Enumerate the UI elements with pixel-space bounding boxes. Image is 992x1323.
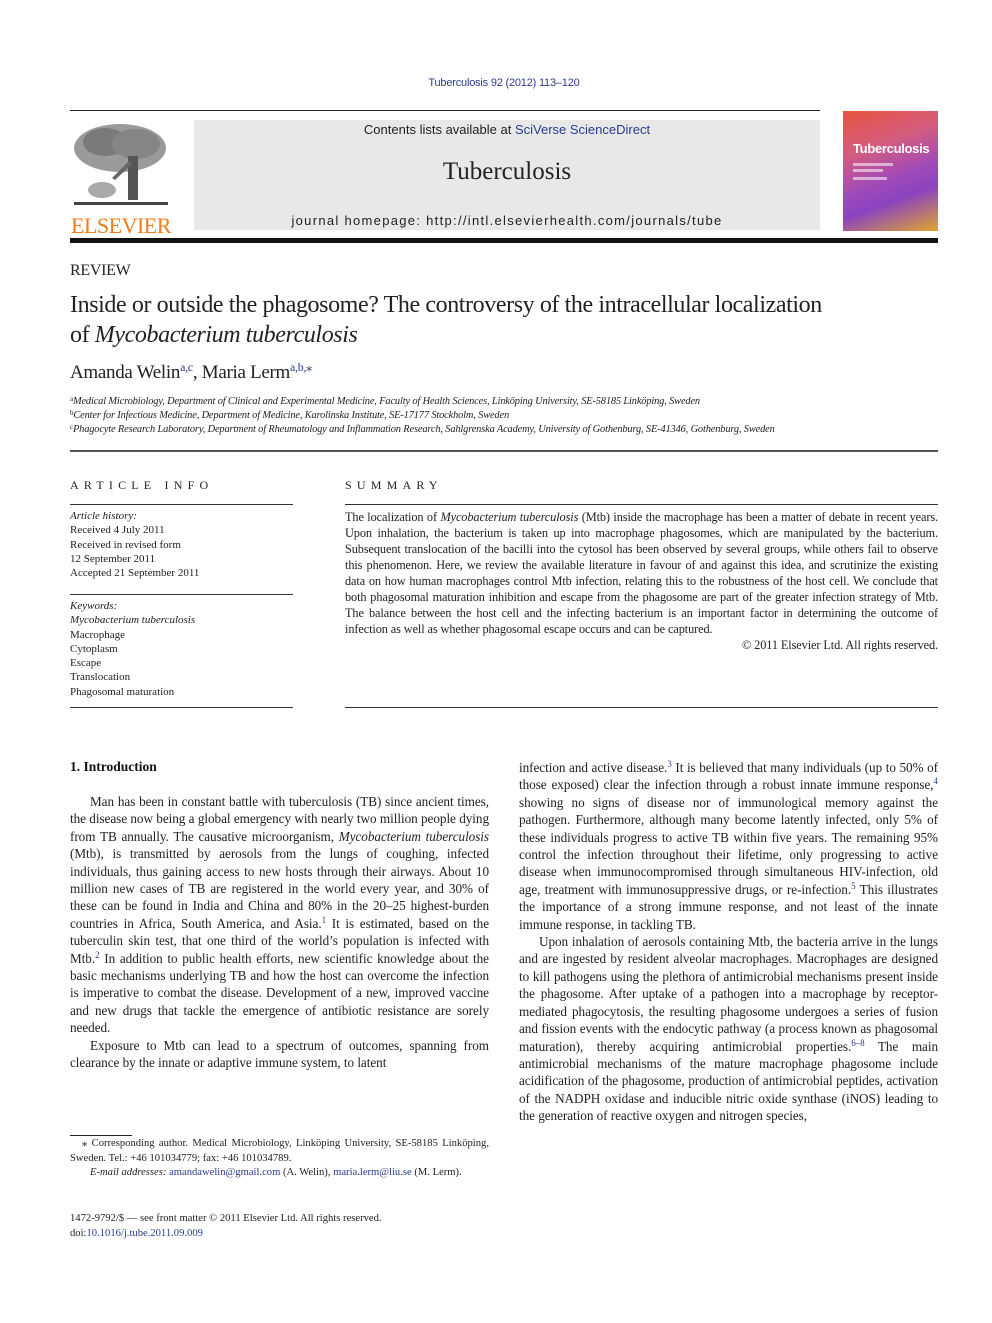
text: Upon inhalation of aerosols containing M… [519,934,938,1054]
title-line-1: Inside or outside the phagosome? The con… [70,292,822,318]
cover-subtext [853,163,893,166]
journal-homepage-link[interactable]: journal homepage: http://intl.elsevierhe… [194,213,820,228]
keyword-item: Mycobacterium tuberculosis [70,614,196,627]
summary-species: Mycobacterium tuberculosis [440,510,579,524]
article-type: REVIEW [70,262,131,279]
elsevier-logo[interactable]: ELSEVIER [70,120,172,237]
email-owner: (M. Lerm). [411,1167,462,1179]
affiliation-item: bCenter for Infectious Medicine, Departm… [70,409,950,423]
author-affiliation-link[interactable]: a,c [180,360,193,374]
journal-name: Tuberculosis [442,158,572,185]
journal-cover-image[interactable]: Tuberculosis [843,111,938,231]
cover-subtext [853,169,883,172]
journal-citation: Tuberculosis 92 (2012) 113–120 [428,77,580,89]
elsevier-wordmark: ELSEVIER [71,213,171,238]
issn-line: 1472-9792/$ — see front matter © 2011 El… [70,1213,382,1224]
corresponding-author-note: ⁎ Corresponding author. Medical Microbio… [70,1138,489,1164]
paragraph: Exposure to Mtb can lead to a spectrum o… [70,1037,489,1071]
history-item: Received 4 July 2011 [70,524,165,537]
footnote-rule [70,1135,132,1136]
keywords-label: Keywords: [70,600,118,612]
email-link[interactable]: amandawelin@gmail.com [169,1167,280,1178]
affiliations: aMedical Microbiology, Department of Cli… [70,395,950,438]
divider [70,594,293,595]
front-matter: 1472-9792/$ — see front matter © 2011 El… [70,1212,489,1241]
affiliation-text: Center for Infectious Medicine, Departme… [73,410,509,422]
doi-prefix: doi: [70,1227,87,1239]
history-item: 12 September 2011 [70,552,156,565]
sciencedirect-link[interactable]: SciVerse ScienceDirect [515,122,650,137]
keyword-item: Cytoplasm [70,642,118,655]
author-separator: , [192,362,202,383]
journal-banner: Contents lists available at SciVerse Sci… [194,120,820,230]
doi-link[interactable]: 10.1016/j.tube.2011.09.009 [86,1228,202,1239]
doi-line: doi:10.1016/j.tube.2011.09.009 [70,1227,489,1242]
title-line-2-prefix: of [70,322,95,348]
divider [345,707,938,708]
email-label: E-mail addresses: [90,1167,167,1179]
summary-text: The localization of Mycobacterium tuberc… [345,509,938,653]
text: infection and active disease. [519,760,668,775]
summary-part: (Mtb) inside the macrophage has been a m… [345,510,938,636]
email-link[interactable]: maria.lerm@liu.se [333,1167,412,1178]
paragraph: Man has been in constant battle with tub… [70,793,489,1037]
article-history: Article history: Received 4 July 2011 Re… [70,509,293,580]
summary-part: The localization of [345,510,441,524]
affiliation-item: aMedical Microbiology, Department of Cli… [70,395,950,409]
keyword-item: Escape [70,657,102,670]
section-rule [70,450,938,452]
author-name[interactable]: Amanda Welin [70,362,180,383]
species-name: Mycobacterium tuberculosis [338,828,489,844]
history-label: Article history: [70,510,137,522]
body-column-left: Man has been in constant battle with tub… [70,793,489,1072]
section-heading-introduction: 1. Introduction [70,759,157,774]
email-addresses: E-mail addresses: amandawelin@gmail.com … [70,1166,489,1181]
author-list: Amanda Welina,c, Maria Lerma,b,⁎ [70,360,312,384]
article-title: Inside or outside the phagosome? The con… [70,290,950,350]
divider [70,707,293,708]
cover-title: Tuberculosis [853,141,930,156]
cover-subtext [853,177,887,180]
summary-copyright: © 2011 Elsevier Ltd. All rights reserved… [741,638,938,652]
author-name[interactable]: Maria Lerm [202,362,291,383]
article-info-heading: ARTICLE INFO [70,478,214,492]
header-thick-rule [70,238,938,243]
header-rule [70,110,820,111]
paragraph: infection and active disease.3 It is bel… [519,759,938,933]
divider [345,504,938,505]
keyword-item: Translocation [70,671,131,684]
keyword-item: Phagosomal maturation [70,685,175,698]
keywords: Keywords: Mycobacterium tuberculosis Mac… [70,599,293,699]
email-owner: (A. Welin), [280,1167,334,1179]
body-column-right: infection and active disease.3 It is bel… [519,759,938,1125]
summary-heading: SUMMARY [345,478,443,492]
footnote: ⁎ Corresponding author. Medical Microbio… [70,1137,489,1181]
author-affiliation-link[interactable]: a,b,⁎ [290,360,312,374]
elsevier-tree-icon [70,120,172,208]
keyword-item: Macrophage [70,628,125,641]
affiliation-text: Phagocyte Research Laboratory, Departmen… [72,424,775,436]
paragraph: Upon inhalation of aerosols containing M… [519,933,938,1124]
contents-prefix: Contents lists available at [363,122,515,137]
title-species: Mycobacterium tuberculosis [94,322,358,348]
history-item: Accepted 21 September 2011 [70,567,200,580]
contents-line: Contents lists available at SciVerse Sci… [194,122,820,137]
history-item: Received in revised form [70,538,181,551]
affiliation-text: Medical Microbiology, Department of Clin… [72,396,700,407]
affiliation-item: cPhagocyte Research Laboratory, Departme… [70,423,950,437]
text: In addition to public health efforts, ne… [70,950,489,1036]
reference-link[interactable]: 4 [934,776,939,786]
reference-link[interactable]: 6–8 [851,1038,864,1048]
divider [70,504,293,505]
